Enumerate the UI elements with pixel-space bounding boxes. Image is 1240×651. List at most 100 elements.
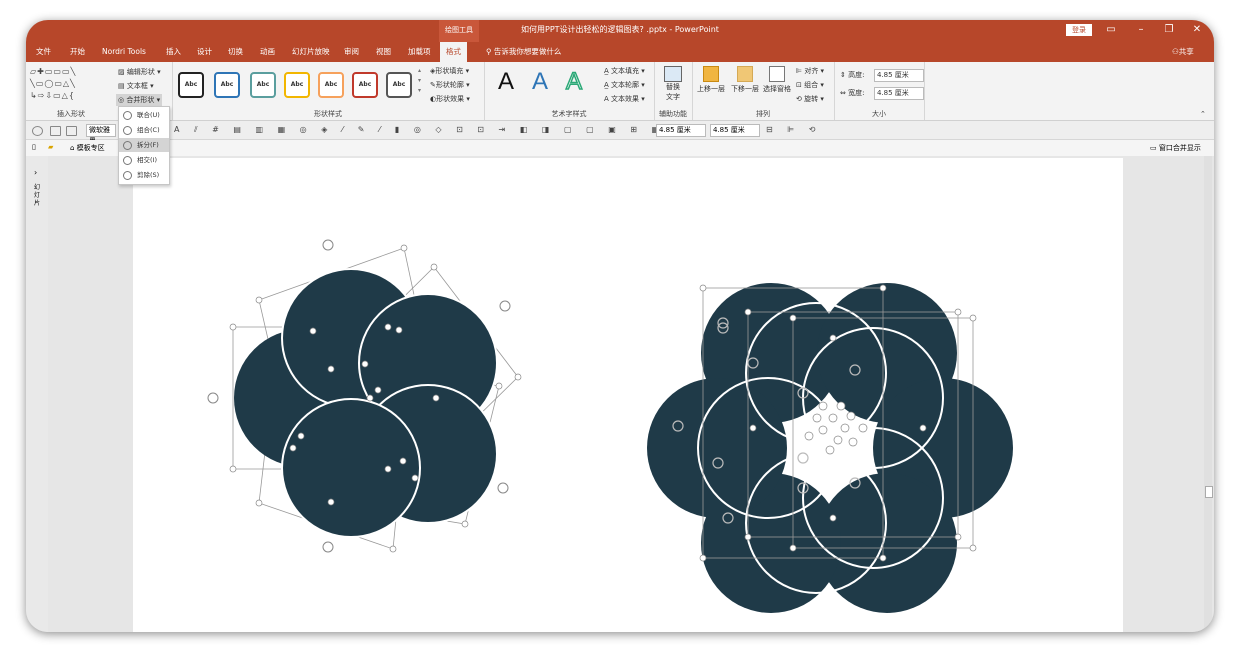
- ribbon-display-icon[interactable]: ▭: [1104, 23, 1118, 37]
- minimize-icon[interactable]: –: [1134, 23, 1148, 37]
- share-label: 共享: [1178, 47, 1194, 56]
- tell-me-search[interactable]: ⚲ 告诉我你想要做什么: [486, 42, 561, 62]
- send-backward-button[interactable]: 下移一层: [730, 66, 760, 94]
- scrollbar-thumb[interactable]: [1205, 486, 1213, 498]
- slide[interactable]: [133, 158, 1123, 632]
- merge-windows-button[interactable]: ▭ 窗口合并显示: [1150, 143, 1201, 153]
- collapse-ribbon-icon[interactable]: ⌃: [1200, 110, 1206, 118]
- lock-icon[interactable]: [32, 126, 43, 136]
- selection-pane-button[interactable]: 选择窗格: [762, 66, 792, 94]
- shape-outline-button[interactable]: ✎形状轮廓 ▾: [430, 80, 470, 90]
- group-size: ⇕ 高度: 4.85 厘米 ⇔ 宽度: 4.85 厘米 大小: [834, 62, 925, 120]
- width-icon: ⇔: [840, 89, 849, 97]
- shape-gallery[interactable]: ▱✚▭▭▭╲ ╲▭◯▭△╲ ↳⇨⇩▭△{: [30, 66, 110, 102]
- wordart-blue[interactable]: A: [532, 68, 548, 96]
- bring-forward-button[interactable]: 上移一层: [696, 66, 726, 94]
- tab-file[interactable]: 文件: [36, 42, 51, 62]
- text-fill-button[interactable]: A̲ 文本填充 ▾: [604, 66, 645, 76]
- text-fill-label: 文本填充: [611, 67, 640, 75]
- selection-pane-icon: [769, 66, 785, 82]
- shape-effects-button[interactable]: ◐形状效果 ▾: [430, 94, 470, 104]
- ribbon: ▱✚▭▭▭╲ ╲▭◯▭△╲ ↳⇨⇩▭△{ ▨ 编辑形状 ▾ ▤ 文本框 ▾ ◎ …: [26, 62, 1214, 121]
- tab-format[interactable]: 格式: [440, 42, 467, 62]
- text-box-button[interactable]: ▤ 文本框 ▾: [118, 81, 154, 91]
- thumbnail-pane-label: 幻灯片: [34, 184, 41, 207]
- gallery-scroll[interactable]: ▴ ▾ ▾: [418, 66, 421, 96]
- text-outline-icon: A̲: [604, 81, 612, 89]
- menu-item-label: 剪除(S): [137, 171, 160, 179]
- toolbar-size-input-2[interactable]: 4.85 厘米: [710, 124, 760, 137]
- edit-shape-button[interactable]: ▨ 编辑形状 ▾: [118, 67, 161, 77]
- share-button[interactable]: ⚇共享: [1172, 42, 1194, 62]
- subtract-icon: [123, 171, 132, 180]
- merge-shapes-label: 合并形状: [126, 96, 155, 104]
- group-button[interactable]: ⊡ 组合 ▾: [796, 80, 824, 90]
- tab-design[interactable]: 设计: [197, 42, 212, 62]
- circle-shape[interactable]: [281, 398, 421, 538]
- home-icon: ⌂: [70, 144, 77, 152]
- tab-review[interactable]: 审阅: [344, 42, 359, 62]
- template-zone-tab[interactable]: ⌂ 模板专区: [70, 143, 105, 153]
- alt-text-button[interactable]: 替换 文字: [662, 66, 684, 102]
- union-icon: [123, 111, 132, 120]
- shape-style-swatch-blue[interactable]: Abc: [214, 72, 240, 98]
- shape-fill-button[interactable]: ◈形状填充 ▾: [430, 66, 469, 76]
- merge-shapes-button[interactable]: ◎ 合并形状 ▾: [116, 94, 163, 106]
- alt-text-line-2: 文字: [666, 93, 680, 101]
- rotate-button[interactable]: ⟲ 旋转 ▾: [796, 94, 824, 104]
- folder-icon[interactable]: ▰: [48, 143, 53, 151]
- right-split-group[interactable]: [647, 283, 1013, 613]
- height-input[interactable]: 4.85 厘米: [874, 69, 924, 82]
- width-input[interactable]: 4.85 厘米: [874, 87, 924, 100]
- menu-item-union[interactable]: 联合(U): [119, 108, 169, 122]
- close-icon[interactable]: ✕: [1190, 23, 1204, 37]
- shape-fill-label: 形状填充: [435, 67, 464, 75]
- merge-windows-label: 窗口合并显示: [1158, 144, 1201, 152]
- speaker-icon[interactable]: [50, 126, 61, 136]
- shape-style-swatch-gray[interactable]: Abc: [386, 72, 412, 98]
- tell-me-text: 告诉我你想要做什么: [493, 47, 562, 56]
- shape-style-swatch-gold[interactable]: Abc: [284, 72, 310, 98]
- new-file-icon[interactable]: ▯: [32, 143, 36, 151]
- wordart-outline-green[interactable]: A: [565, 67, 583, 96]
- shape-style-swatch-red[interactable]: Abc: [352, 72, 378, 98]
- search-icon: ⚲: [486, 47, 494, 56]
- tab-transitions[interactable]: 切换: [228, 42, 243, 62]
- vertical-scrollbar[interactable]: [1204, 156, 1213, 632]
- tab-view[interactable]: 视图: [376, 42, 391, 62]
- text-effects-button[interactable]: A 文本效果 ▾: [604, 94, 645, 104]
- align-button[interactable]: ⊫ 对齐 ▾: [796, 66, 824, 76]
- wordart-black[interactable]: A: [498, 68, 514, 96]
- group-label: 组合: [804, 81, 819, 89]
- tab-insert[interactable]: 插入: [166, 42, 181, 62]
- restore-icon[interactable]: ❐: [1162, 23, 1176, 37]
- font-name-input[interactable]: 微软雅黑: [86, 124, 116, 145]
- text-outline-button[interactable]: A̲ 文本轮廓 ▾: [604, 80, 645, 90]
- expand-chevron-icon[interactable]: ›: [34, 168, 37, 177]
- tab-addins[interactable]: 加载项: [408, 42, 431, 62]
- menu-item-fragment[interactable]: 拆分(F): [119, 138, 169, 152]
- shape-style-swatch-orange[interactable]: Abc: [318, 72, 344, 98]
- menu-item-subtract[interactable]: 剪除(S): [119, 168, 169, 182]
- menu-item-intersect[interactable]: 相交(I): [119, 153, 169, 167]
- text-box-icon: ▤: [118, 82, 127, 90]
- left-circle-group[interactable]: [207, 239, 522, 553]
- tab-home[interactable]: 开始: [70, 42, 85, 62]
- tab-slideshow[interactable]: 幻灯片放映: [292, 42, 330, 62]
- toolbar-size-input-1[interactable]: 4.85 厘米: [656, 124, 706, 137]
- menu-item-combine[interactable]: 组合(C): [119, 123, 169, 137]
- thumbnail-pane-collapsed[interactable]: › 幻灯片: [26, 156, 49, 632]
- login-button[interactable]: 登录: [1066, 24, 1092, 36]
- align-label: 对齐: [804, 67, 819, 75]
- shape-dropdown-icon[interactable]: [66, 126, 77, 136]
- shape-style-swatch-teal[interactable]: Abc: [250, 72, 276, 98]
- arrange-group-label: 排列: [756, 110, 770, 118]
- bring-forward-icon: [703, 66, 719, 82]
- fragment-icon: [123, 141, 132, 150]
- format-icon-strip[interactable]: A ⫽ # ▤ ▥ ▦ ◎ ◈ ⁄ ✎ ⁄ ▮ ◎ ◇ ⊡ ⊡ ⇥ ◧ ◨ ▢ …: [174, 125, 665, 135]
- tab-nordri-tools[interactable]: Nordri Tools: [102, 42, 146, 62]
- tab-animations[interactable]: 动画: [260, 42, 275, 62]
- edit-shape-label: 编辑形状: [126, 68, 155, 76]
- shape-style-swatch-black[interactable]: Abc: [178, 72, 204, 98]
- align-icon-strip[interactable]: ⊟ ⊫ ⟲: [766, 125, 821, 134]
